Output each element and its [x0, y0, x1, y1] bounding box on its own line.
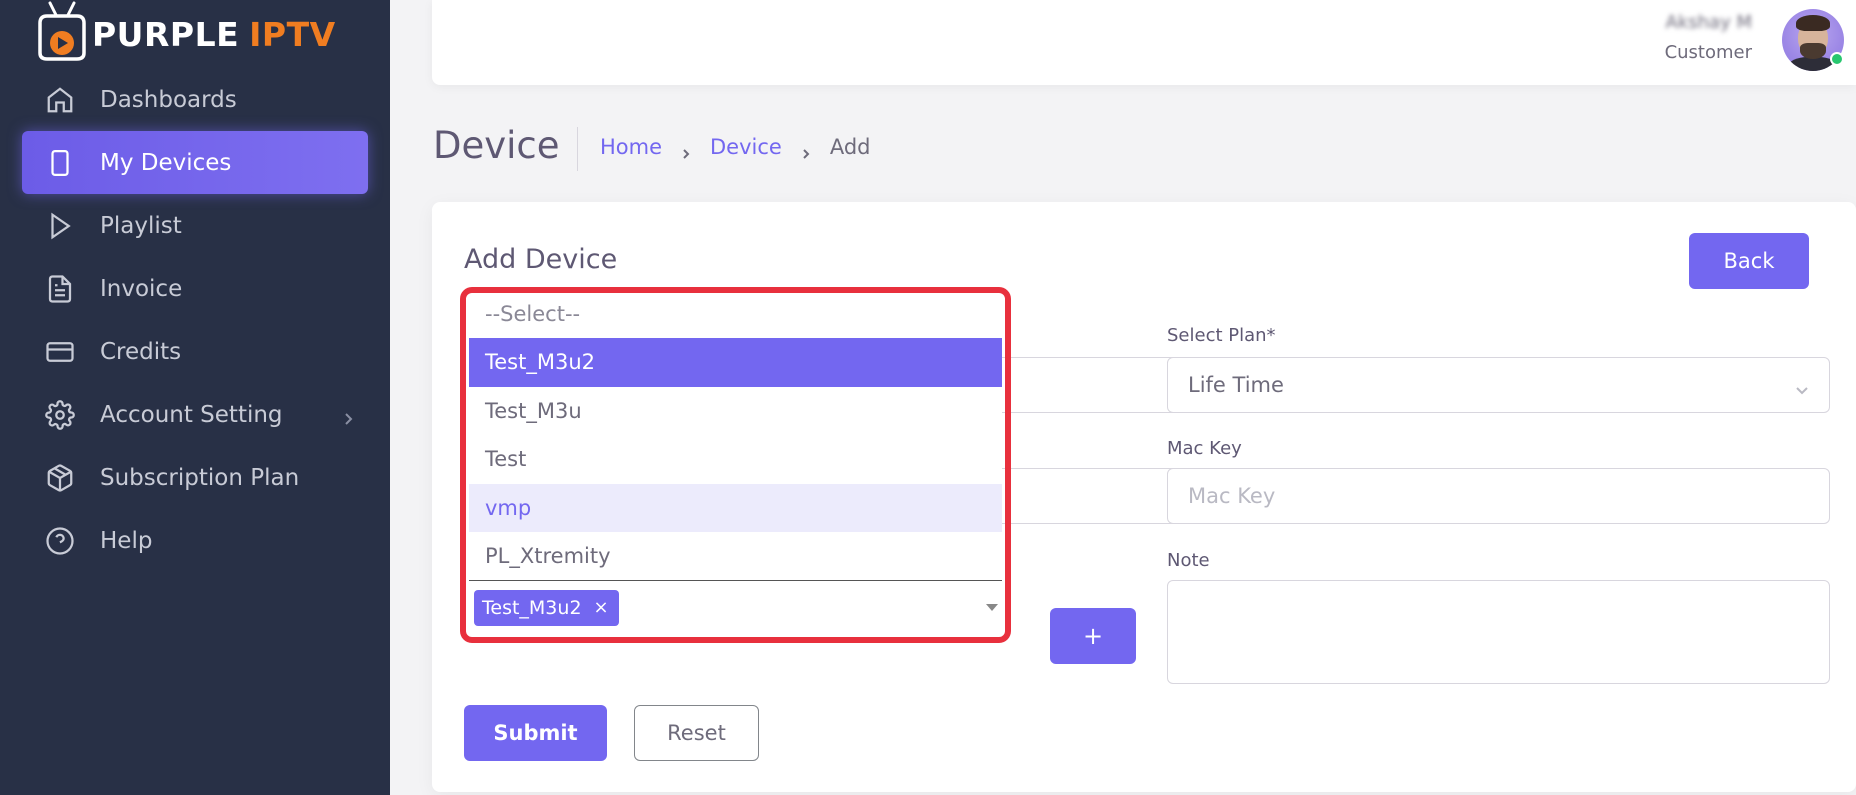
- home-icon: [44, 84, 76, 116]
- title-divider: [577, 127, 578, 171]
- sidebar-item-dashboards[interactable]: Dashboards: [22, 68, 368, 131]
- sidebar-item-label: Playlist: [100, 212, 182, 239]
- package-icon: [44, 462, 76, 494]
- sidebar-item-invoice[interactable]: Invoice: [22, 257, 368, 320]
- credit-card-icon: [44, 336, 76, 368]
- sidebar-item-my-devices[interactable]: My Devices: [22, 131, 368, 194]
- brand-name-part2: IPTV: [249, 14, 336, 54]
- page-title: Device: [433, 124, 560, 167]
- breadcrumb: Home Device Add: [600, 135, 871, 159]
- help-circle-icon: [44, 525, 76, 557]
- tv-play-icon: [34, 1, 90, 61]
- sidebar-item-help[interactable]: Help: [22, 509, 368, 572]
- sidebar-item-label: My Devices: [100, 149, 232, 176]
- brand-logo[interactable]: PURPLE IPTV: [34, 0, 336, 62]
- highlight-frame: [460, 287, 1011, 643]
- sidebar-item-playlist[interactable]: Playlist: [22, 194, 368, 257]
- select-plan-value: Life Time: [1188, 373, 1284, 397]
- user-role: Customer: [1664, 42, 1752, 63]
- sidebar-item-label: Credits: [100, 338, 182, 365]
- sidebar-item-label: Account Setting: [100, 401, 283, 428]
- user-name[interactable]: Akshay M: [1666, 12, 1752, 33]
- sidebar-item-label: Help: [100, 527, 153, 554]
- back-button[interactable]: Back: [1689, 233, 1809, 289]
- chevron-down-icon: [1795, 378, 1809, 395]
- file-text-icon: [44, 273, 76, 305]
- online-status-dot: [1830, 52, 1844, 66]
- breadcrumb-device[interactable]: Device: [710, 135, 782, 159]
- sidebar-nav: Dashboards My Devices Playlist Invoice C…: [22, 68, 368, 572]
- reset-button[interactable]: Reset: [634, 705, 759, 761]
- play-icon: [44, 210, 76, 242]
- breadcrumb-home[interactable]: Home: [600, 135, 662, 159]
- chevron-right-icon: [800, 141, 812, 159]
- sidebar-item-label: Dashboards: [100, 86, 237, 113]
- smartphone-icon: [44, 147, 76, 179]
- note-label: Note: [1167, 550, 1210, 571]
- card-title: Add Device: [464, 244, 618, 275]
- sidebar-item-account-setting[interactable]: Account Setting: [22, 383, 368, 446]
- gear-icon: [44, 399, 76, 431]
- mac-key-label: Mac Key: [1167, 438, 1242, 459]
- top-navbar: Akshay M Customer: [432, 0, 1856, 85]
- chevron-right-icon: [680, 141, 692, 159]
- breadcrumb-add: Add: [829, 135, 871, 159]
- brand-name: PURPLE IPTV: [92, 15, 336, 54]
- note-textarea[interactable]: [1167, 580, 1830, 684]
- select-plan-dropdown[interactable]: Life Time: [1167, 357, 1830, 413]
- brand-name-part1: PURPLE: [92, 14, 240, 54]
- select-plan-label: Select Plan*: [1167, 325, 1276, 346]
- submit-button[interactable]: Submit: [464, 705, 607, 761]
- sidebar-item-subscription-plan[interactable]: Subscription Plan: [22, 446, 368, 509]
- sidebar-item-label: Subscription Plan: [100, 464, 300, 491]
- mac-key-input[interactable]: Mac Key: [1167, 468, 1830, 524]
- add-playlist-button[interactable]: +: [1050, 608, 1136, 664]
- sidebar-item-label: Invoice: [100, 275, 183, 302]
- mac-key-placeholder: Mac Key: [1188, 484, 1276, 508]
- sidebar: PURPLE IPTV Dashboards My Devices Playli…: [0, 0, 390, 795]
- chevron-right-icon: [340, 407, 356, 425]
- sidebar-item-credits[interactable]: Credits: [22, 320, 368, 383]
